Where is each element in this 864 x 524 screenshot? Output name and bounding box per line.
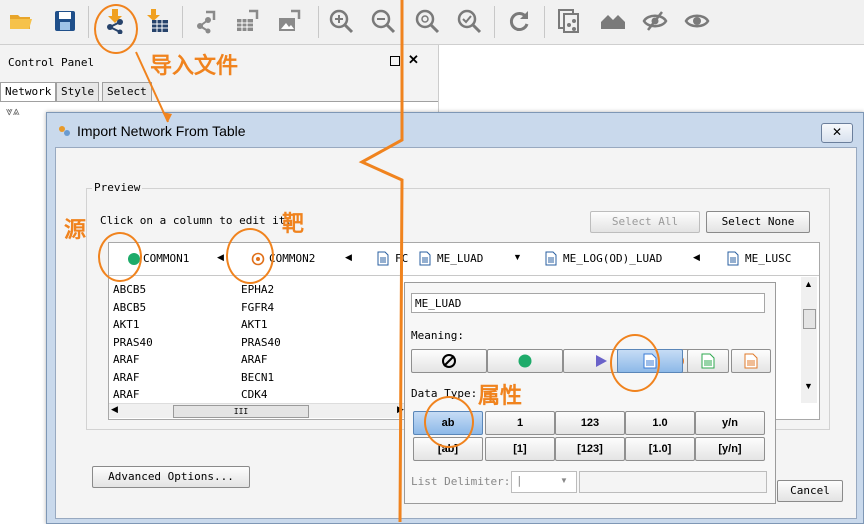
annotation-circle-source [98,232,142,282]
annotation-target: 靶 [282,212,305,237]
annotation-break-line [358,0,404,522]
annotation-circle-import [94,4,138,54]
annotation-circle-target [226,228,274,284]
annotation-source: 源 [64,218,87,243]
annotation-circle-string-type [424,396,474,448]
annotation-circle-attribute [610,334,660,392]
annotation-import-file: 导入文件 [150,54,239,79]
annotation-attribute: 属性 [478,384,523,409]
